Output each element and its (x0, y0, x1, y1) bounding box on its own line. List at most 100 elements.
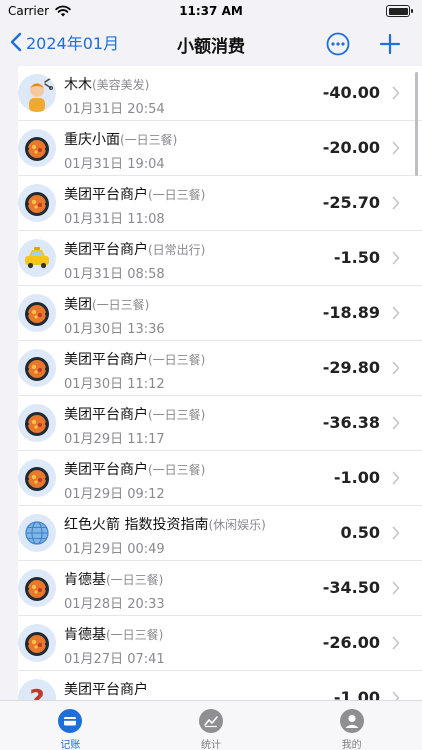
merchant-name: 肯德基 (64, 572, 106, 588)
transaction-title: 美团平台商户(一日三餐) (64, 184, 205, 204)
status-left: Carrier (8, 4, 71, 18)
chevron-right-icon (392, 416, 400, 430)
transaction-row[interactable]: 红色火箭 指数投资指南(休闲娱乐) 01月29日 00:49 0.50 (18, 506, 422, 561)
status-bar: Carrier 11:37 AM (0, 0, 422, 22)
food-pan-icon (18, 129, 56, 167)
transaction-date: 01月31日 08:58 (64, 267, 165, 282)
carrier-label: Carrier (8, 4, 50, 18)
transaction-row[interactable]: 美团平台商户(一日三餐) 01月29日 11:17 -36.38 (18, 396, 422, 451)
transaction-row[interactable]: 美团平台商户(一日三餐) 01月30日 11:12 -29.80 (18, 341, 422, 396)
chevron-right-icon (392, 471, 400, 485)
transaction-date: 01月31日 19:04 (64, 157, 165, 172)
tab-wallet[interactable]: 记账 (0, 701, 141, 750)
merchant-name: 美团平台商户 (64, 407, 148, 423)
transaction-amount: -36.38 (322, 413, 380, 432)
transaction-row[interactable]: 肯德基(一日三餐) 01月27日 07:41 -26.00 (18, 616, 422, 671)
transaction-amount: -1.00 (333, 688, 380, 700)
back-button[interactable]: 2024年01月 (10, 30, 119, 54)
chevron-right-icon (392, 636, 400, 650)
nav-bar: 2024年01月 小额消费 (0, 22, 422, 66)
chevron-right-icon (392, 86, 400, 100)
transaction-amount: -1.50 (333, 248, 380, 267)
chevron-right-icon (392, 251, 400, 265)
merchant-name: 红色火箭 指数投资指南 (64, 517, 209, 533)
category-label: (一日三餐) (120, 133, 178, 147)
transaction-title: 美团平台商户(一日三餐) (64, 459, 205, 479)
add-button[interactable] (378, 32, 402, 56)
chevron-right-icon (392, 141, 400, 155)
chevron-left-icon (10, 32, 22, 52)
category-label: (一日三餐) (148, 463, 206, 477)
transaction-amount: -25.70 (322, 193, 380, 212)
transaction-list[interactable]: 木木(美容美发) 01月31日 20:54 -40.00 重庆小面(一日三餐) 01月3… (18, 66, 422, 700)
transaction-date: 01月31日 11:08 (64, 212, 165, 227)
transaction-date: 01月30日 11:12 (64, 377, 165, 392)
scroll-indicator[interactable] (415, 72, 418, 176)
transaction-title: 美团平台商户(一日三餐) (64, 404, 205, 424)
tab-chart[interactable]: 统计 (141, 701, 282, 750)
food-pan-icon (18, 459, 56, 497)
chevron-right-icon (392, 581, 400, 595)
transaction-row[interactable]: ? 美团平台商户 -1.00 (18, 671, 422, 700)
food-pan-icon (18, 349, 56, 387)
transaction-row[interactable]: 美团平台商户(一日三餐) 01月31日 11:08 -25.70 (18, 176, 422, 231)
more-options-button[interactable] (326, 32, 350, 56)
transaction-date: 01月29日 09:12 (64, 487, 165, 502)
transaction-amount: -20.00 (322, 138, 380, 157)
transaction-amount: -34.50 (322, 578, 380, 597)
merchant-name: 美团平台商户 (64, 462, 148, 478)
chevron-right-icon (392, 361, 400, 375)
svg-text:?: ? (29, 685, 44, 700)
transaction-row[interactable]: 美团平台商户(日常出行) 01月31日 08:58 -1.50 (18, 231, 422, 286)
merchant-name: 美团平台商户 (64, 242, 148, 258)
merchant-name: 美团平台商户 (64, 682, 148, 698)
category-label: (一日三餐) (148, 353, 206, 367)
transaction-row[interactable]: 重庆小面(一日三餐) 01月31日 19:04 -20.00 (18, 121, 422, 176)
taxi-icon (18, 239, 56, 277)
merchant-name: 美团平台商户 (64, 187, 148, 203)
chevron-right-icon (392, 691, 400, 700)
transaction-date: 01月29日 11:17 (64, 432, 165, 447)
transaction-title: 美团(一日三餐) (64, 294, 149, 314)
chevron-right-icon (392, 526, 400, 540)
transaction-amount: -18.89 (322, 303, 380, 322)
transaction-title: 美团平台商户(日常出行) (64, 239, 205, 259)
battery-icon (386, 5, 413, 17)
food-pan-icon (18, 294, 56, 332)
transaction-title: 木木(美容美发) (64, 74, 149, 94)
food-pan-icon (18, 569, 56, 607)
merchant-name: 美团平台商户 (64, 352, 148, 368)
transaction-title: 美团平台商户 (64, 679, 148, 699)
tab-label: 统计 (201, 740, 221, 750)
transaction-title: 肯德基(一日三餐) (64, 624, 163, 644)
transaction-amount: -26.00 (322, 633, 380, 652)
transaction-row[interactable]: 木木(美容美发) 01月31日 20:54 -40.00 (18, 66, 422, 121)
food-pan-icon (18, 404, 56, 442)
transaction-amount: -1.00 (333, 468, 380, 487)
transaction-date: 01月28日 20:33 (64, 597, 165, 612)
merchant-name: 木木 (64, 77, 92, 93)
category-label: (一日三餐) (106, 628, 164, 642)
transaction-row[interactable]: 肯德基(一日三餐) 01月28日 20:33 -34.50 (18, 561, 422, 616)
back-label: 2024年01月 (26, 34, 120, 53)
category-label: (一日三餐) (148, 408, 206, 422)
transaction-date: 01月27日 07:41 (64, 652, 165, 667)
transaction-title: 美团平台商户(一日三餐) (64, 349, 205, 369)
chevron-right-icon (392, 306, 400, 320)
chart-icon (199, 709, 223, 733)
transaction-title: 红色火箭 指数投资指南(休闲娱乐) (64, 514, 266, 534)
question-icon: ? (18, 679, 56, 700)
transaction-row[interactable]: 美团平台商户(一日三餐) 01月29日 09:12 -1.00 (18, 451, 422, 506)
category-label: (日常出行) (148, 243, 206, 257)
transaction-amount: -40.00 (322, 83, 380, 102)
profile-icon (339, 709, 364, 733)
food-pan-icon (18, 184, 56, 222)
globe-icon (18, 514, 56, 552)
transaction-row[interactable]: 美团(一日三餐) 01月30日 13:36 -18.89 (18, 286, 422, 341)
tab-profile[interactable]: 我的 (281, 701, 422, 750)
transaction-title: 重庆小面(一日三餐) (64, 129, 177, 149)
hairdresser-icon (18, 74, 56, 112)
food-pan-icon (18, 624, 56, 662)
tab-label: 记账 (60, 740, 81, 750)
transaction-title: 肯德基(一日三餐) (64, 569, 163, 589)
